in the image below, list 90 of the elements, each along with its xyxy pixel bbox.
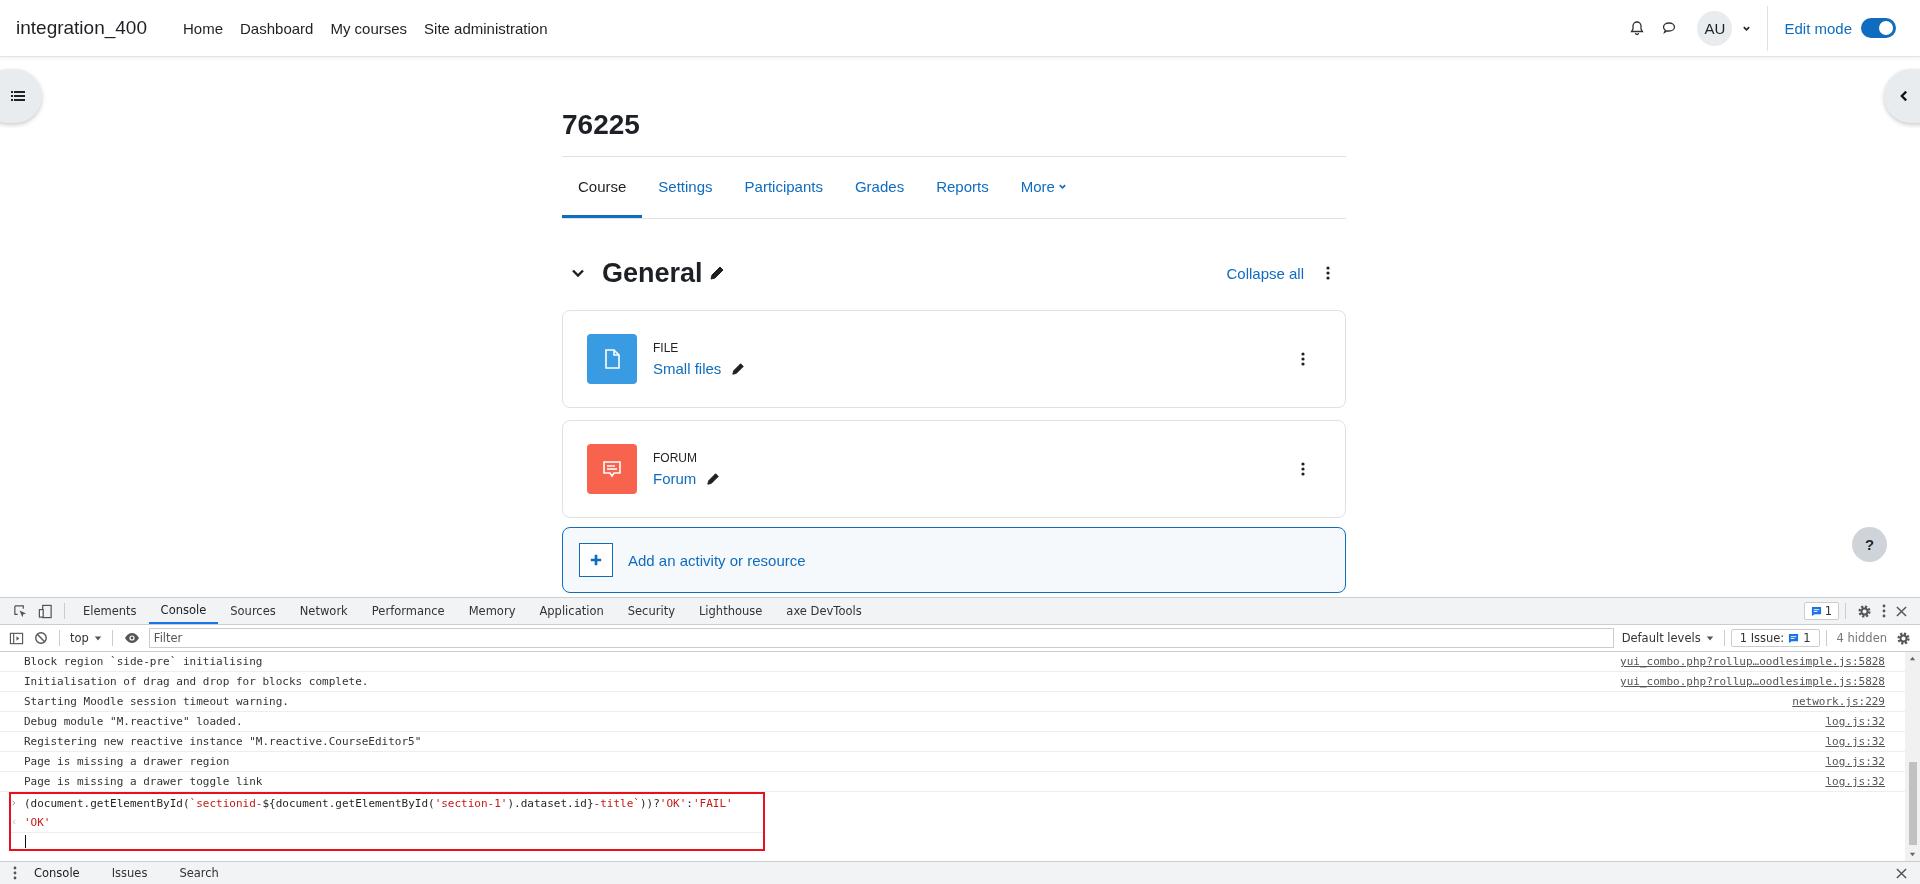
sidebar-toggle-icon[interactable] xyxy=(9,630,24,646)
source-link[interactable]: yui_combo.php?rollup…oodlesimple.js:5828 xyxy=(1620,675,1885,688)
devtools-tab[interactable]: Performance xyxy=(359,598,457,624)
kebab-menu-icon[interactable] xyxy=(1301,462,1305,476)
scrollbar-thumb[interactable] xyxy=(1908,762,1917,845)
plus-icon xyxy=(579,543,613,577)
log-message: Registering new reactive instance "M.reactive.CourseEditor5" xyxy=(24,735,422,748)
log-levels-dropdown[interactable]: Default levels xyxy=(1617,631,1718,645)
user-avatar[interactable]: AU xyxy=(1697,10,1733,46)
more-options-icon[interactable] xyxy=(1882,604,1886,618)
devtools-tab[interactable]: Lighthouse xyxy=(686,598,775,624)
source-link[interactable]: network.js:229 xyxy=(1792,695,1885,708)
activity-type: FILE xyxy=(653,341,680,355)
help-button[interactable]: ? xyxy=(1852,527,1887,562)
devtools-tab[interactable]: Memory xyxy=(456,598,528,624)
context-selector[interactable]: top xyxy=(66,631,106,645)
settings-icon[interactable] xyxy=(1857,603,1872,619)
site-name[interactable]: integration_400 xyxy=(16,17,147,39)
collapse-all-link[interactable]: Collapse all xyxy=(1226,264,1304,282)
clear-console-icon[interactable] xyxy=(34,631,48,645)
course-index-toggle[interactable] xyxy=(0,69,42,123)
result-chevron-icon xyxy=(11,819,17,825)
source-link[interactable]: yui_combo.php?rollup…oodlesimple.js:5828 xyxy=(1620,655,1885,668)
course-tab[interactable]: Reports xyxy=(920,157,1005,218)
message-icon xyxy=(1810,605,1822,617)
scroll-down-icon[interactable] xyxy=(1909,851,1916,858)
pencil-icon[interactable] xyxy=(708,265,725,281)
messages-badge[interactable]: 1 xyxy=(1803,602,1839,620)
log-message: Page is missing a drawer toggle link xyxy=(24,775,263,788)
course-tab[interactable]: More xyxy=(1004,157,1083,218)
issues-button[interactable]: 1 Issue: 1 xyxy=(1730,629,1820,647)
devtools-tab[interactable]: Network xyxy=(287,598,360,624)
source-link[interactable]: log.js:32 xyxy=(1825,715,1885,728)
log-message: Block region `side-pre` initialising xyxy=(24,655,263,668)
edit-mode-toggle[interactable] xyxy=(1861,18,1896,38)
activity-link[interactable]: Forum xyxy=(653,470,697,487)
console-command: (document.getElementById(`sectionid-${document.getElementById('section-1').dataset.id}-title`))?'OK':'FAIL' xyxy=(24,797,733,810)
source-link[interactable]: log.js:32 xyxy=(1825,735,1885,748)
kebab-menu-icon[interactable] xyxy=(1326,266,1330,280)
inspect-cursor-icon[interactable] xyxy=(13,603,28,619)
filter-input[interactable]: Filter xyxy=(148,628,1614,648)
source-link[interactable]: log.js:32 xyxy=(1825,755,1885,768)
drawer-tab[interactable]: Search xyxy=(163,866,235,880)
input-chevron-icon xyxy=(11,800,17,806)
text-cursor[interactable] xyxy=(25,834,26,848)
close-icon[interactable] xyxy=(1896,605,1907,617)
log-message: Debug module "M.reactive" loaded. xyxy=(24,715,243,728)
edit-mode-label: Edit mode xyxy=(1784,19,1852,37)
settings-icon[interactable] xyxy=(1896,630,1911,646)
log-message: Starting Moodle session timeout warning. xyxy=(24,695,289,708)
section-title: General xyxy=(602,257,703,289)
more-options-icon[interactable] xyxy=(13,866,17,880)
pencil-icon[interactable] xyxy=(731,361,746,376)
devtools-tab[interactable]: Console xyxy=(148,598,219,624)
course-tab[interactable]: Participants xyxy=(728,157,839,218)
eye-icon[interactable] xyxy=(123,630,140,646)
devtools-tab[interactable]: Sources xyxy=(218,598,288,624)
course-tab[interactable]: Settings xyxy=(642,157,729,218)
drawer-tab[interactable]: Console xyxy=(22,866,96,880)
message-icon xyxy=(1788,632,1800,644)
nav-link[interactable]: My courses xyxy=(330,19,408,37)
pencil-icon[interactable] xyxy=(706,471,721,486)
devtools-tab[interactable]: Security xyxy=(615,598,687,624)
nav-link[interactable]: Home xyxy=(183,19,223,37)
activity-link[interactable]: Small files xyxy=(653,360,722,377)
devtools-tab[interactable]: axe DevTools xyxy=(774,598,874,624)
dropdown-triangle-icon xyxy=(1705,634,1714,642)
nav-link[interactable]: Dashboard xyxy=(240,19,314,37)
course-tab[interactable]: Course xyxy=(562,157,643,218)
activity-type: FORUM xyxy=(653,451,698,465)
device-toggle-icon[interactable] xyxy=(38,603,53,619)
log-message: Page is missing a drawer region xyxy=(24,755,230,768)
chat-bubble-icon[interactable] xyxy=(1661,20,1678,36)
drawer-tab[interactable]: Issues xyxy=(95,866,164,880)
dropdown-triangle-icon xyxy=(93,634,102,642)
close-icon[interactable] xyxy=(1896,867,1907,879)
add-activity-button[interactable]: Add an activity or resource xyxy=(562,527,1346,593)
course-title: 76225 xyxy=(562,109,1346,157)
devtools-tab[interactable]: Elements xyxy=(71,598,149,624)
bell-icon[interactable] xyxy=(1629,20,1646,36)
devtools-tab[interactable]: Application xyxy=(527,598,616,624)
log-message: Initialisation of drag and drop for blocks complete. xyxy=(24,675,369,688)
scroll-up-icon[interactable] xyxy=(1909,655,1916,662)
source-link[interactable]: log.js:32 xyxy=(1825,775,1885,788)
console-result: 'OK' xyxy=(24,816,51,829)
nav-link[interactable]: Site administration xyxy=(424,19,548,37)
kebab-menu-icon[interactable] xyxy=(1301,352,1305,366)
list-icon xyxy=(10,88,26,104)
course-tab[interactable]: Grades xyxy=(838,157,921,218)
hidden-count: 4 hidden xyxy=(1835,631,1888,645)
